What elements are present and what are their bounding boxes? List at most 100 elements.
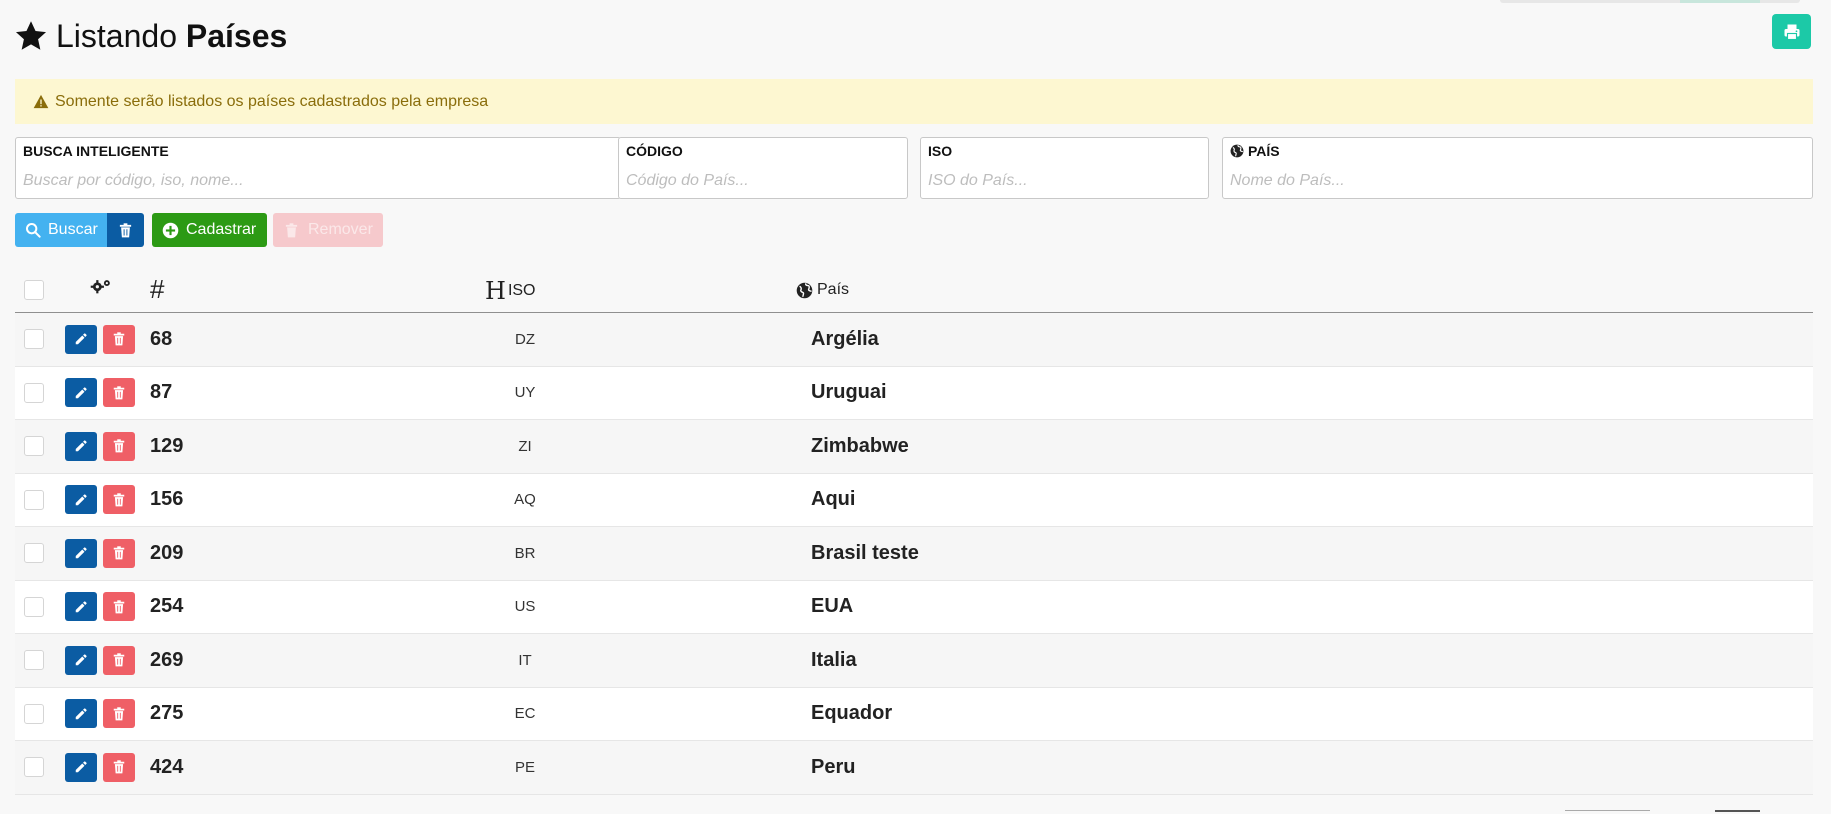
pencil-icon <box>75 601 87 612</box>
row-checkbox[interactable] <box>24 596 44 617</box>
delete-button[interactable] <box>103 538 135 568</box>
row-checkbox[interactable] <box>24 329 44 350</box>
warning-icon <box>33 94 49 109</box>
table-row: 68 DZ Argélia <box>15 313 1813 367</box>
country-name[interactable]: Uruguai <box>811 367 887 420</box>
print-icon <box>1784 24 1799 40</box>
print-button[interactable] <box>1772 14 1811 49</box>
country-name[interactable]: Brasil teste <box>811 527 919 580</box>
select-all-checkbox[interactable] <box>24 280 44 300</box>
country-id: 424 <box>150 755 184 778</box>
row-checkbox[interactable] <box>24 543 44 564</box>
row-checkbox[interactable] <box>24 489 44 510</box>
row-checkbox[interactable] <box>24 650 44 671</box>
row-checkbox[interactable] <box>24 703 44 724</box>
delete-button[interactable] <box>103 752 135 782</box>
delete-button[interactable] <box>103 485 135 515</box>
edit-button[interactable] <box>65 538 97 568</box>
table-row: 129 ZI Zimbabwe <box>15 420 1813 474</box>
table-row: 269 IT Italia <box>15 634 1813 688</box>
country-id: 68 <box>150 327 173 350</box>
column-id[interactable]: # <box>150 274 164 305</box>
smart-search-field: BUSCA INTELIGENTE <box>15 137 621 199</box>
iso-input[interactable] <box>928 170 1201 192</box>
edit-button[interactable] <box>65 752 97 782</box>
country-name[interactable]: Italia <box>811 634 857 687</box>
pencil-icon <box>75 547 87 559</box>
trash-icon <box>113 707 125 721</box>
edit-button[interactable] <box>65 485 97 515</box>
remove-button[interactable]: Remover <box>273 213 383 247</box>
delete-button[interactable] <box>103 324 135 354</box>
pencil-icon <box>75 387 87 398</box>
table-row: 209 BR Brasil teste <box>15 527 1813 581</box>
country-iso: DZ <box>515 330 535 348</box>
smart-search-input[interactable] <box>23 170 613 192</box>
country-name[interactable]: Argélia <box>811 313 879 366</box>
edit-button[interactable] <box>65 592 97 622</box>
country-id: 254 <box>150 595 184 618</box>
country-id: 156 <box>150 488 184 511</box>
plus-circle-icon <box>162 222 179 238</box>
countries-table: # H ISO País 68 DZ Argélia 87 UY Uruguai 129 ZI… <box>15 265 1813 795</box>
column-country[interactable]: País <box>817 281 849 299</box>
table-row: 275 EC Equador <box>15 687 1813 741</box>
gears-icon <box>90 280 110 294</box>
info-alert: Somente serão listados os países cadastr… <box>15 79 1813 124</box>
country-name[interactable]: Aqui <box>811 474 855 527</box>
delete-button[interactable] <box>103 378 135 408</box>
edit-button[interactable] <box>65 378 97 408</box>
country-iso: IT <box>518 651 532 669</box>
table-row: 424 PE Peru <box>15 741 1813 795</box>
pencil-icon <box>75 654 87 666</box>
clear-search-button[interactable] <box>107 213 144 247</box>
add-country-button-label: Cadastrar <box>186 221 257 238</box>
trash-icon <box>113 386 125 400</box>
country-iso: US <box>514 598 536 616</box>
search-icon <box>26 223 41 238</box>
country-label: PAÍS <box>1248 143 1280 159</box>
page-header: Listando Países <box>14 14 1811 58</box>
trash-icon <box>113 760 125 774</box>
table-row: 254 US EUA <box>15 580 1813 634</box>
remove-button-label: Remover <box>308 221 373 238</box>
search-button[interactable]: Buscar <box>15 213 107 247</box>
row-checkbox[interactable] <box>24 436 44 457</box>
filter-panel: BUSCA INTELIGENTE CÓDIGO ISO PAÍS <box>15 137 1813 199</box>
delete-button[interactable] <box>103 699 135 729</box>
country-id: 129 <box>150 434 184 457</box>
edit-button[interactable] <box>65 699 97 729</box>
country-id: 87 <box>150 381 173 404</box>
trash-icon <box>113 332 125 346</box>
edit-button[interactable] <box>65 324 97 354</box>
country-input[interactable] <box>1230 170 1805 192</box>
code-input[interactable] <box>626 170 900 192</box>
add-country-button[interactable]: Cadastrar <box>152 213 267 247</box>
row-checkbox[interactable] <box>24 757 44 778</box>
delete-button[interactable] <box>103 431 135 461</box>
country-id: 269 <box>150 648 184 671</box>
edit-button[interactable] <box>65 645 97 675</box>
edit-button[interactable] <box>65 431 97 461</box>
pencil-icon <box>75 333 87 345</box>
country-name[interactable]: Peru <box>811 741 855 794</box>
table-row: 87 UY Uruguai <box>15 366 1813 420</box>
row-checkbox[interactable] <box>24 382 44 403</box>
code-field: CÓDIGO <box>618 137 908 199</box>
delete-button[interactable] <box>103 592 135 622</box>
trash-icon <box>113 653 125 667</box>
country-iso: BR <box>514 544 536 562</box>
globe-icon <box>1230 144 1244 158</box>
country-name[interactable]: EUA <box>811 581 853 634</box>
iso-field: ISO <box>920 137 1209 199</box>
country-name[interactable]: Zimbabwe <box>811 420 909 473</box>
country-iso: AQ <box>514 491 536 509</box>
country-iso: UY <box>514 384 536 402</box>
alert-text: Somente serão listados os países cadastr… <box>55 92 489 110</box>
delete-button[interactable] <box>103 645 135 675</box>
column-iso[interactable]: ISO <box>508 282 536 300</box>
globe-icon <box>796 282 813 298</box>
country-id: 275 <box>150 702 184 725</box>
trash-icon <box>113 546 125 560</box>
country-name[interactable]: Equador <box>811 688 892 741</box>
